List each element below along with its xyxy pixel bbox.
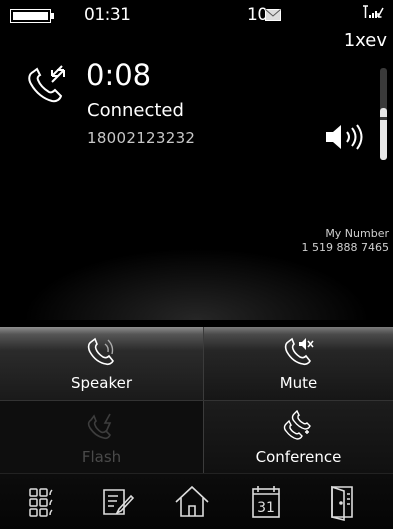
call-status: Connected	[87, 100, 184, 121]
flash-button[interactable]: Flash	[0, 401, 203, 473]
mute-icon	[284, 337, 314, 366]
notes-icon[interactable]	[98, 482, 138, 522]
speaker-label: Speaker	[70, 374, 132, 392]
my-number-block: My Number 1 519 888 7465	[302, 227, 389, 255]
conference-button[interactable]: Conference	[204, 401, 393, 473]
my-number-label: My Number	[325, 227, 389, 240]
volume-icon[interactable]	[324, 123, 366, 151]
envelope-icon[interactable]	[265, 9, 281, 21]
speaker-button[interactable]: Speaker	[0, 327, 203, 400]
signal-icon	[363, 5, 384, 18]
calendar-day: 31	[257, 500, 275, 516]
home-icon[interactable]	[172, 482, 212, 522]
network-type: 1xev	[343, 30, 387, 51]
mute-label: Mute	[279, 374, 318, 392]
flash-label: Flash	[81, 448, 122, 466]
conference-label: Conference	[255, 448, 342, 466]
my-number-value: 1 519 888 7465	[301, 241, 389, 254]
call-timer: 0:08	[86, 58, 152, 92]
button-divider-horizontal	[0, 400, 393, 401]
calendar-icon[interactable]: 31	[246, 482, 286, 522]
called-number: 18002123232	[87, 129, 196, 147]
volume-slider[interactable]	[380, 68, 387, 160]
clock: 01:31	[84, 5, 131, 25]
mute-button[interactable]: Mute	[204, 327, 393, 400]
bottom-dock: 31	[0, 473, 393, 529]
call-icon	[28, 65, 65, 103]
battery-icon	[10, 9, 54, 23]
speakerphone-icon	[87, 337, 114, 366]
status-bar: 01:31 10 1xev	[0, 0, 393, 56]
flash-icon	[87, 413, 111, 440]
conference-icon	[283, 410, 311, 440]
exit-icon[interactable]	[322, 482, 362, 522]
keypad-icon[interactable]	[24, 482, 64, 522]
